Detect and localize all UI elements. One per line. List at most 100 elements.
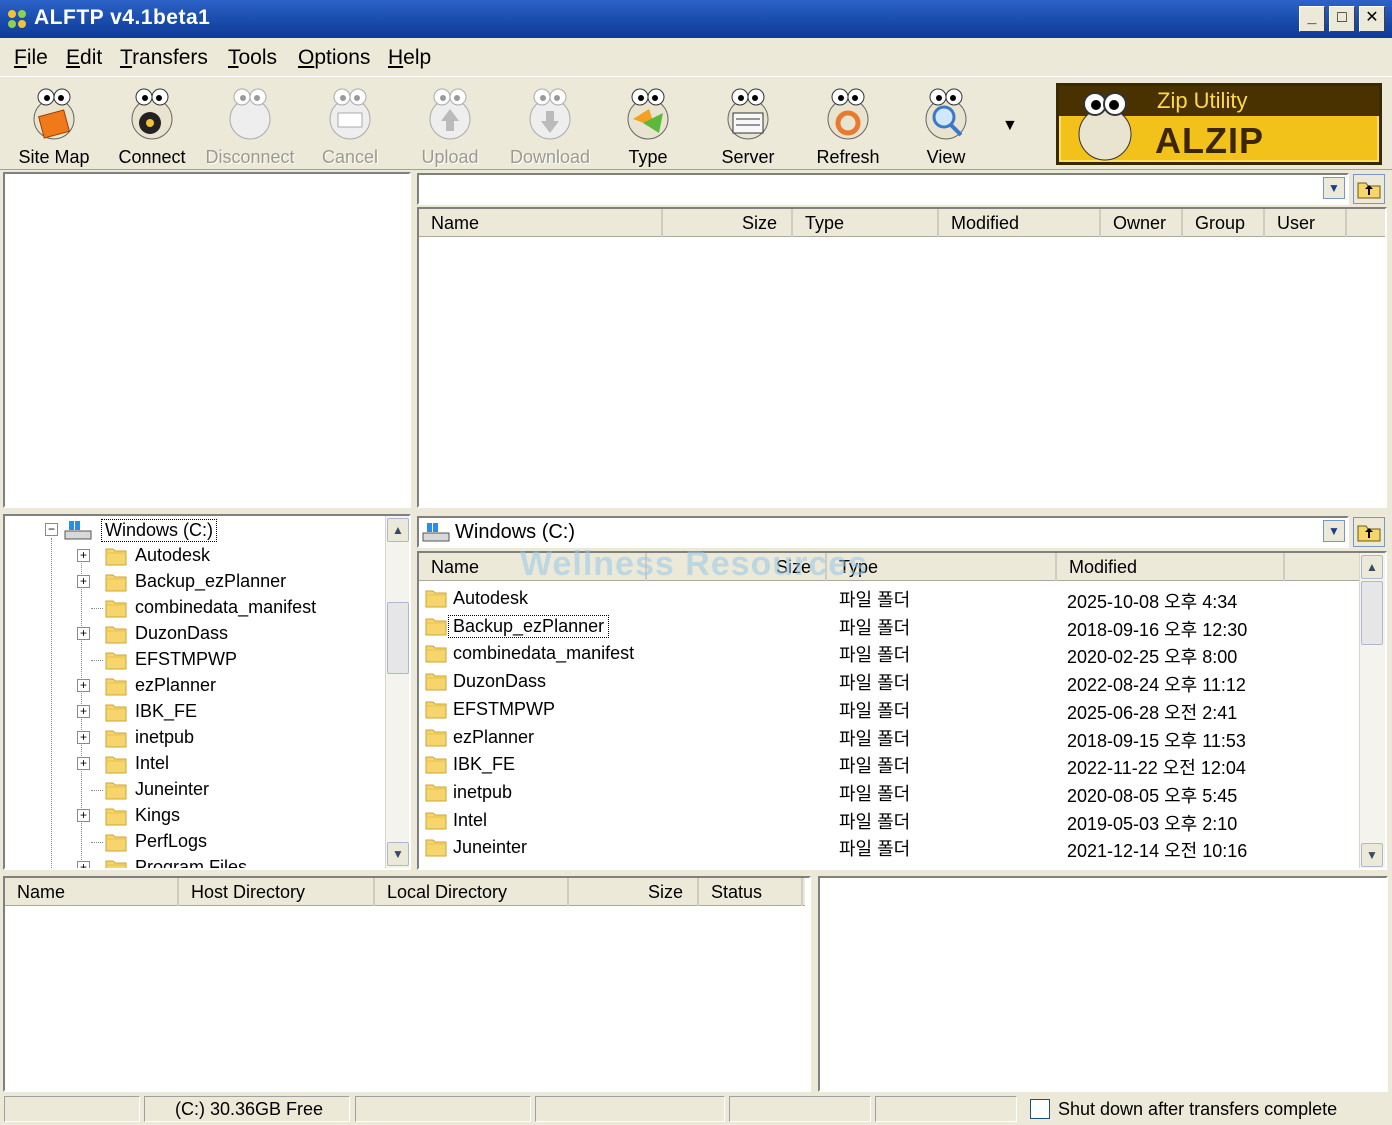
file-row[interactable]: Intel 파일 폴더 2019-05-03 오후 2:10	[423, 807, 1353, 834]
alzip-banner[interactable]: Zip Utility ALZIP	[1056, 83, 1382, 165]
expand-icon[interactable]: +	[77, 679, 90, 692]
local-col-type[interactable]: Type	[827, 553, 1057, 581]
tree-folder-row[interactable]: PerfLogs	[5, 829, 381, 855]
view-button[interactable]: View	[898, 81, 994, 169]
menu-edit[interactable]: Edit	[66, 46, 102, 70]
file-row[interactable]: Juneinter 파일 폴더 2021-12-14 오전 10:16	[423, 834, 1353, 861]
cancel-button[interactable]: Cancel	[302, 81, 398, 169]
transfer-queue[interactable]: Name Host Directory Local Directory Size…	[3, 876, 811, 1092]
tree-folder-row[interactable]: EFSTMPWP	[5, 647, 381, 673]
menu-options[interactable]: Options	[298, 46, 370, 70]
server-button[interactable]: Server	[700, 81, 796, 169]
local-col-name[interactable]: Name	[419, 553, 647, 581]
tree-folder-row[interactable]: Juneinter	[5, 777, 381, 803]
expand-icon[interactable]: +	[77, 809, 90, 822]
local-folder-tree[interactable]: − Windows (C:) + Autodesk + Backup_ezPlanne…	[3, 514, 411, 870]
file-row[interactable]: Autodesk 파일 폴더 2025-10-08 오후 4:34	[423, 585, 1353, 612]
local-updir-button[interactable]	[1353, 517, 1385, 547]
tree-scroll-thumb[interactable]	[387, 602, 409, 674]
queue-col-host-directory[interactable]: Host Directory	[179, 878, 375, 906]
tree-folder-row[interactable]: + Program Files	[5, 855, 381, 868]
expand-icon[interactable]: +	[77, 731, 90, 744]
expand-icon[interactable]: +	[77, 861, 90, 868]
file-name: combinedata_manifest	[453, 643, 635, 664]
collapse-icon[interactable]: −	[45, 523, 58, 536]
expand-icon[interactable]: +	[77, 575, 90, 588]
upload-button[interactable]: Upload	[402, 81, 498, 169]
maximize-button[interactable]: □	[1329, 6, 1355, 32]
tree-folder-row[interactable]: + Backup_ezPlanner	[5, 569, 381, 595]
file-row[interactable]: DuzonDass 파일 폴더 2022-08-24 오후 11:12	[423, 668, 1353, 695]
tree-folder-row[interactable]: + IBK_FE	[5, 699, 381, 725]
remote-path-dropdown-icon[interactable]: ▼	[1323, 177, 1345, 199]
connect-button[interactable]: Connect	[104, 81, 200, 169]
menu-transfers[interactable]: Transfers	[120, 46, 208, 70]
scroll-down-icon[interactable]: ▼	[387, 842, 409, 866]
shutdown-checkbox[interactable]	[1030, 1099, 1050, 1119]
file-row[interactable]: ezPlanner 파일 폴더 2018-09-15 오후 11:53	[423, 724, 1353, 751]
scroll-up-icon[interactable]: ▲	[387, 518, 409, 542]
queue-col-size[interactable]: Size	[569, 878, 699, 906]
expand-icon[interactable]: +	[77, 627, 90, 640]
remote-tree-pane[interactable]	[3, 172, 411, 508]
remote-col-user[interactable]: User	[1265, 209, 1347, 237]
local-path-dropdown-icon[interactable]: ▼	[1323, 520, 1345, 542]
tree-folder-row[interactable]: + inetpub	[5, 725, 381, 751]
remote-file-list[interactable]: Name Size Type Modified Owner Group User	[417, 207, 1387, 508]
tree-folder-row[interactable]: + Autodesk	[5, 543, 381, 569]
scroll-up-icon[interactable]: ▲	[1361, 555, 1383, 579]
file-row[interactable]: IBK_FE 파일 폴더 2022-11-22 오전 12:04	[423, 751, 1353, 778]
remote-col-type[interactable]: Type	[793, 209, 939, 237]
expand-icon[interactable]: +	[77, 705, 90, 718]
local-path-combo[interactable]: Windows (C:) ▼	[417, 516, 1349, 548]
local-list-scroll-thumb[interactable]	[1361, 581, 1383, 645]
local-list-scrollbar[interactable]: ▲ ▼	[1359, 553, 1385, 868]
file-row[interactable]: inetpub 파일 폴더 2020-08-05 오후 5:45	[423, 779, 1353, 806]
expand-icon[interactable]: +	[77, 549, 90, 562]
type-button[interactable]: Type	[600, 81, 696, 169]
file-type: 파일 폴더	[839, 645, 911, 666]
scroll-down-icon[interactable]: ▼	[1361, 843, 1383, 867]
remote-col-modified[interactable]: Modified	[939, 209, 1101, 237]
queue-col-status[interactable]: Status	[699, 878, 803, 906]
download-button[interactable]: Download	[502, 81, 598, 169]
file-name: inetpub	[453, 781, 513, 802]
tree-folder-row[interactable]: combinedata_manifest	[5, 595, 381, 621]
remote-col-name[interactable]: Name	[419, 209, 663, 237]
refresh-button[interactable]: Refresh	[800, 81, 896, 169]
remote-updir-button[interactable]	[1353, 174, 1385, 204]
drive-icon	[422, 523, 450, 542]
disconnect-button[interactable]: Disconnect	[202, 81, 298, 169]
queue-col-local-directory[interactable]: Local Directory	[375, 878, 569, 906]
site-map-button[interactable]: Site Map	[6, 81, 102, 169]
tree-folder-row[interactable]: + DuzonDass	[5, 621, 381, 647]
minimize-button[interactable]: _	[1299, 6, 1325, 32]
menu-help[interactable]: Help	[388, 46, 431, 70]
remote-path-combo[interactable]: ▼	[417, 173, 1349, 205]
tree-folder-row[interactable]: + ezPlanner	[5, 673, 381, 699]
file-modified: 2025-06-28 오전 2:41	[1067, 702, 1238, 723]
menu-tools[interactable]: Tools	[228, 46, 277, 70]
close-button[interactable]: ✕	[1359, 6, 1385, 32]
tree-connector	[91, 608, 103, 609]
local-col-size[interactable]: Size	[647, 553, 827, 581]
tree-scrollbar[interactable]: ▲ ▼	[385, 516, 409, 868]
tree-folder-label: inetpub	[135, 727, 195, 747]
menu-file[interactable]: File	[14, 46, 48, 70]
file-row[interactable]: EFSTMPWP 파일 폴더 2025-06-28 오전 2:41	[423, 696, 1353, 723]
local-file-list[interactable]: Name Size Type Modified Autodesk 파일 폴더 202…	[417, 551, 1387, 870]
remote-col-group[interactable]: Group	[1183, 209, 1265, 237]
folder-icon	[105, 808, 127, 826]
file-row[interactable]: Backup_ezPlanner 파일 폴더 2018-09-16 오후 12:30	[423, 613, 1353, 640]
tree-folder-row[interactable]: + Intel	[5, 751, 381, 777]
file-row[interactable]: combinedata_manifest 파일 폴더 2020-02-25 오후 8…	[423, 640, 1353, 667]
expand-icon[interactable]: +	[77, 757, 90, 770]
queue-col-name[interactable]: Name	[5, 878, 179, 906]
tree-folder-row[interactable]: + Kings	[5, 803, 381, 829]
remote-col-size[interactable]: Size	[663, 209, 793, 237]
remote-col-owner[interactable]: Owner	[1101, 209, 1183, 237]
log-pane[interactable]	[818, 876, 1388, 1092]
local-col-modified[interactable]: Modified	[1057, 553, 1285, 581]
toolbar-more-dropdown-icon[interactable]: ▼	[1002, 117, 1018, 135]
tree-drive-row[interactable]: − Windows (C:)	[5, 517, 385, 543]
